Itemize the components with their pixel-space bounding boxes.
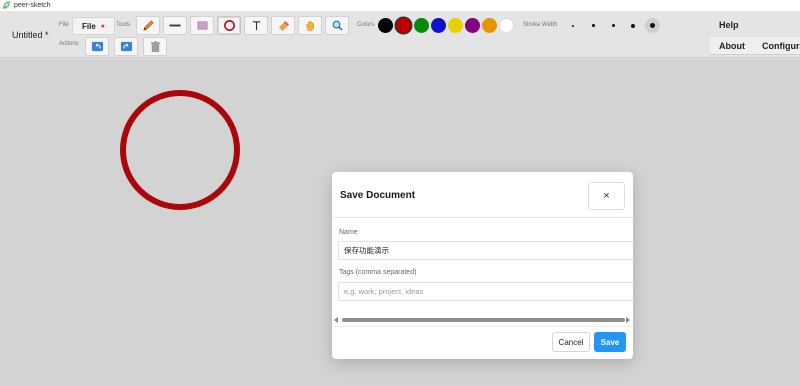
tool-text-button[interactable] — [244, 16, 268, 35]
delete-button[interactable] — [143, 37, 167, 56]
color-swatch-green[interactable] — [414, 18, 429, 33]
unsaved-indicator: ● — [100, 22, 106, 30]
file-group-label: File — [59, 22, 69, 28]
undo-button[interactable] — [85, 37, 109, 56]
colors-group-label: Colors — [357, 22, 375, 28]
redo-button[interactable] — [114, 37, 138, 56]
pan-hand-icon — [306, 20, 314, 31]
cancel-button[interactable]: Cancel — [552, 332, 590, 352]
name-label: Name — [339, 229, 358, 236]
stroke-width-5[interactable] — [645, 18, 660, 33]
rectangle-icon — [197, 21, 207, 30]
help-button[interactable]: Help — [710, 16, 748, 34]
zoom-icon — [332, 20, 343, 31]
stroke-width-3[interactable] — [606, 18, 621, 33]
file-menu-button[interactable]: File ● — [72, 17, 116, 35]
file-menu-label: File — [82, 21, 96, 31]
scrollbar-thumb[interactable] — [342, 318, 625, 322]
tags-input[interactable] — [338, 282, 633, 301]
tool-rectangle-button[interactable] — [190, 16, 214, 35]
close-icon: × — [603, 190, 610, 202]
undo-icon — [91, 41, 103, 52]
dialog-footer-divider — [332, 326, 633, 327]
stroke-width-2[interactable] — [586, 18, 601, 33]
configuration-button[interactable]: Configurati — [754, 37, 800, 55]
about-button[interactable]: About — [710, 37, 755, 55]
save-document-dialog: Save Document × Name Tags (comma separat… — [332, 172, 633, 359]
name-input[interactable] — [338, 241, 633, 260]
color-swatch-blue[interactable] — [431, 18, 446, 33]
trash-icon — [150, 41, 160, 53]
tool-circle-button[interactable] — [217, 16, 241, 35]
dialog-horizontal-scrollbar[interactable] — [333, 315, 633, 325]
stroke-width-4[interactable] — [625, 18, 640, 33]
circle-icon — [223, 20, 235, 31]
line-icon — [169, 24, 181, 27]
text-icon — [252, 21, 260, 31]
document-title: Untitled * — [12, 30, 49, 40]
scroll-right-arrow-icon[interactable] — [626, 317, 630, 323]
window-titlebar: peer-sketch — [0, 0, 800, 12]
redo-icon — [120, 41, 132, 52]
color-swatch-black[interactable] — [378, 18, 393, 33]
dialog-header: Save Document × — [332, 172, 633, 218]
save-button[interactable]: Save — [594, 332, 626, 352]
actions-group-label: Actions — [59, 41, 79, 47]
tool-pencil-button[interactable] — [136, 16, 160, 35]
tags-label: Tags (comma separated) — [339, 269, 417, 276]
pencil-icon — [142, 20, 154, 31]
tools-group-label: Tools — [116, 22, 131, 28]
tool-zoom-button[interactable] — [325, 16, 349, 35]
color-swatch-purple[interactable] — [465, 18, 480, 33]
tool-eraser-button[interactable] — [271, 16, 295, 35]
color-swatch-orange[interactable] — [482, 18, 497, 33]
color-swatch-red[interactable] — [396, 18, 411, 33]
stroke-group-label: Stroke Width — [523, 22, 558, 28]
tool-pan-button[interactable] — [298, 16, 322, 35]
window-title: peer-sketch — [14, 2, 51, 9]
close-button[interactable]: × — [588, 182, 625, 210]
color-swatch-yellow[interactable] — [448, 18, 463, 33]
scroll-left-arrow-icon[interactable] — [334, 317, 338, 323]
app-leaf-icon — [3, 1, 10, 9]
stroke-width-1[interactable] — [565, 18, 580, 33]
eraser-icon — [278, 20, 289, 32]
color-swatch-white[interactable] — [499, 18, 514, 33]
dialog-title: Save Document — [340, 190, 416, 201]
main-toolbar: Untitled * File Actions File ● Tools Col… — [0, 12, 800, 58]
tool-line-button[interactable] — [163, 16, 187, 35]
